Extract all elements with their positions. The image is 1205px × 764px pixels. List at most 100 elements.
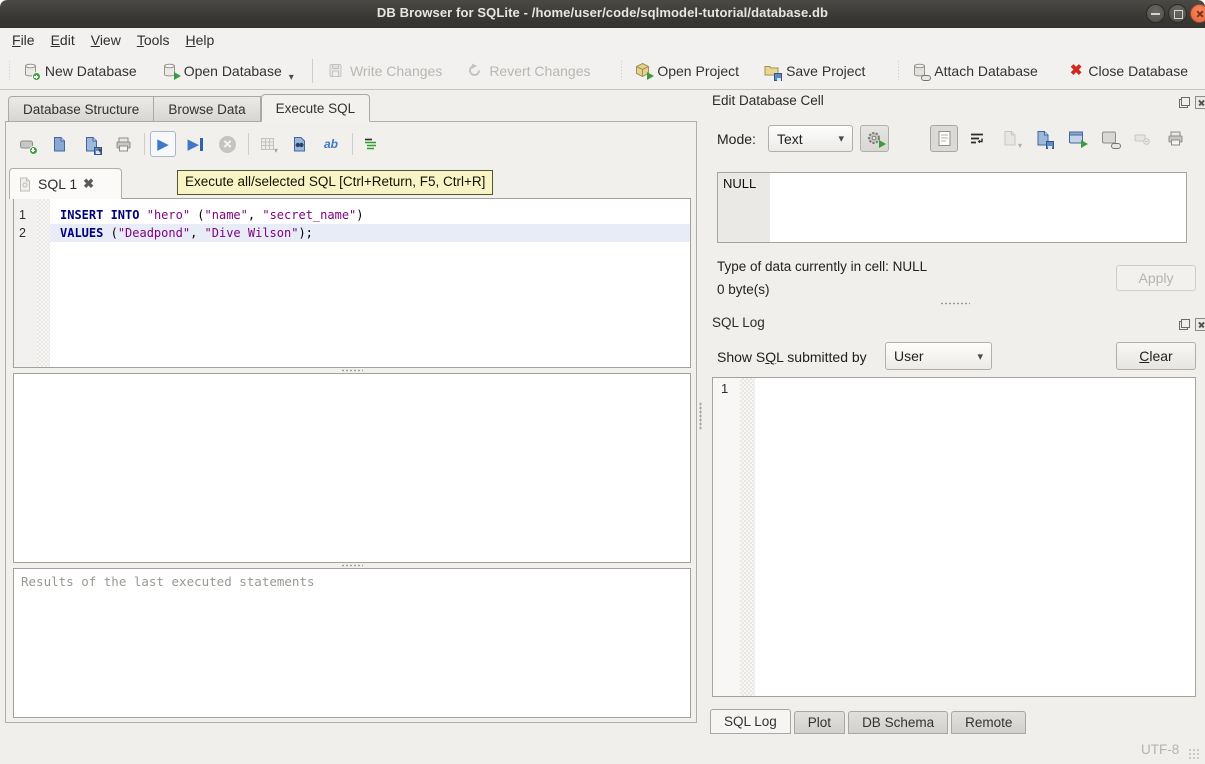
open-database-dropdown-icon[interactable]: ▾ [289, 72, 294, 89]
maximize-button[interactable] [1168, 4, 1187, 23]
sql-plain [139, 208, 146, 222]
write-changes-button: Write Changes [320, 58, 449, 83]
import-icon [1002, 130, 1018, 147]
execute-sql-panel: ▾ ▶ ▶ ▾ [5, 121, 697, 723]
gear-icon [866, 130, 883, 147]
format-sql-button[interactable] [358, 131, 384, 157]
close-dock-icon[interactable] [1195, 318, 1205, 331]
tab-database-structure[interactable]: Database Structure [8, 96, 154, 122]
close-button[interactable] [1190, 4, 1205, 23]
minimize-button[interactable] [1146, 4, 1165, 23]
open-sql-file-button[interactable] [46, 131, 72, 157]
dock-splitter-handle[interactable] [940, 302, 970, 306]
save-sql-file-button[interactable]: ▾ [78, 131, 104, 157]
cell-edit-toolbar: ▾ [930, 125, 1189, 152]
apply-button: Apply [1116, 265, 1196, 291]
close-dock-icon[interactable] [1195, 96, 1205, 109]
main-toolbar: New Database Open Database ▾ Write Chang… [0, 52, 1205, 90]
sql-log-filter-combobox[interactable]: User ▾ [885, 342, 992, 370]
word-wrap-button[interactable] [963, 125, 991, 152]
sql-log-dock-buttons [1178, 318, 1205, 331]
print-sql-button[interactable] [110, 131, 136, 157]
vertical-splitter-handle[interactable] [699, 402, 704, 430]
float-dock-icon[interactable] [1178, 318, 1191, 331]
execute-all-button[interactable]: ▶ [150, 131, 176, 157]
dock-tab-db-schema[interactable]: DB Schema [848, 711, 948, 734]
title-bar[interactable]: DB Browser for SQLite - /home/user/code/… [0, 0, 1205, 28]
close-database-icon: ✖ [1070, 62, 1083, 79]
close-database-button[interactable]: ✖ Close Database [1063, 58, 1195, 83]
chevron-down-icon: ▾ [977, 350, 983, 363]
print-icon [1167, 130, 1184, 147]
document-icon [937, 130, 952, 147]
resize-grip[interactable] [1188, 748, 1200, 760]
sql-string: "hero" [147, 208, 190, 222]
sql-log-filter-value: User [894, 348, 924, 364]
replace-button[interactable]: ab [318, 131, 344, 157]
code-area[interactable]: INSERT INTO "hero" ("name", "secret_name… [50, 199, 690, 367]
line-number: 2 [14, 224, 37, 242]
open-database-button[interactable]: Open Database [154, 58, 289, 83]
set-null-button [1128, 125, 1156, 152]
find-button[interactable] [286, 131, 312, 157]
edit-cell-dock-buttons [1178, 96, 1205, 109]
sql-string: "Dive Wilson" [205, 226, 299, 240]
sql-log-area[interactable]: 1 [712, 377, 1196, 697]
tab-browse-data[interactable]: Browse Data [154, 96, 260, 122]
code-line-1[interactable]: INSERT INTO "hero" ("name", "secret_name… [50, 206, 690, 224]
menu-view[interactable]: View [83, 29, 129, 51]
sql-keyword: VALUES [60, 226, 103, 240]
auto-mode-button[interactable] [860, 125, 889, 152]
menu-file[interactable]: File [4, 29, 43, 51]
cell-editor[interactable]: NULL [717, 172, 1187, 243]
dock-tab-remote[interactable]: Remote [951, 711, 1026, 734]
open-external-button[interactable] [1062, 125, 1090, 152]
new-sql-tab-button[interactable] [14, 131, 40, 157]
menu-bar: File Edit View Tools Help [0, 28, 1205, 52]
toolbar-grip[interactable] [9, 60, 10, 82]
cell-type-info: Type of data currently in cell: NULL [717, 259, 927, 274]
save-project-button[interactable]: Save Project [756, 58, 872, 83]
print-cell-button[interactable] [1161, 125, 1189, 152]
menu-tools[interactable]: Tools [129, 29, 178, 51]
open-project-button[interactable]: Open Project [627, 58, 746, 83]
open-database-label: Open Database [184, 63, 282, 79]
dock-tab-plot[interactable]: Plot [794, 711, 845, 734]
mode-combobox[interactable]: Text ▾ [768, 125, 853, 152]
sql-document-icon [18, 177, 32, 192]
attach-database-button[interactable]: Attach Database [904, 58, 1045, 83]
float-dock-icon[interactable] [1178, 96, 1191, 109]
attach-database-label: Attach Database [934, 63, 1038, 79]
menu-edit[interactable]: Edit [43, 29, 83, 51]
save-sql-dropdown-icon[interactable]: ▾ [98, 146, 102, 155]
sql1-tab-label: SQL 1 [38, 176, 77, 192]
toolbar-grip[interactable] [898, 60, 899, 82]
results-message-area[interactable]: Results of the last executed statements [13, 568, 691, 718]
link-icon [1101, 130, 1118, 147]
text-view-button[interactable] [930, 125, 958, 152]
close-tab-icon[interactable]: ✖ [83, 176, 94, 192]
export-data-button[interactable] [1029, 125, 1057, 152]
execute-line-button[interactable]: ▶ [182, 131, 208, 157]
execute-line-bar [200, 138, 203, 151]
execute-tooltip: Execute all/selected SQL [Ctrl+Return, F… [177, 170, 493, 195]
dock-tab-sql-log[interactable]: SQL Log [710, 709, 791, 734]
sql-plain: , [190, 226, 204, 240]
results-grid[interactable] [13, 373, 691, 563]
sql-editor[interactable]: 1 2 INSERT INTO "hero" ("name", "secret_… [13, 198, 691, 368]
code-line-2[interactable]: VALUES ("Deadpond", "Dive Wilson"); [50, 224, 690, 242]
save-results-icon [259, 136, 276, 153]
write-changes-icon [327, 62, 344, 79]
set-null-icon [1134, 133, 1150, 145]
sql1-tab[interactable]: SQL 1 ✖ [9, 168, 122, 199]
execute-line-icon: ▶ [187, 135, 199, 153]
menu-help[interactable]: Help [178, 29, 223, 51]
save-results-dropdown-icon: ▾ [274, 146, 278, 155]
copy-link-button[interactable] [1095, 125, 1123, 152]
toolbar-grip[interactable] [621, 60, 622, 82]
tab-execute-sql[interactable]: Execute SQL [261, 94, 371, 122]
clear-log-button[interactable]: Clear [1116, 342, 1196, 370]
find-icon [291, 136, 308, 153]
save-project-label: Save Project [786, 63, 865, 79]
new-database-button[interactable]: New Database [15, 58, 144, 83]
